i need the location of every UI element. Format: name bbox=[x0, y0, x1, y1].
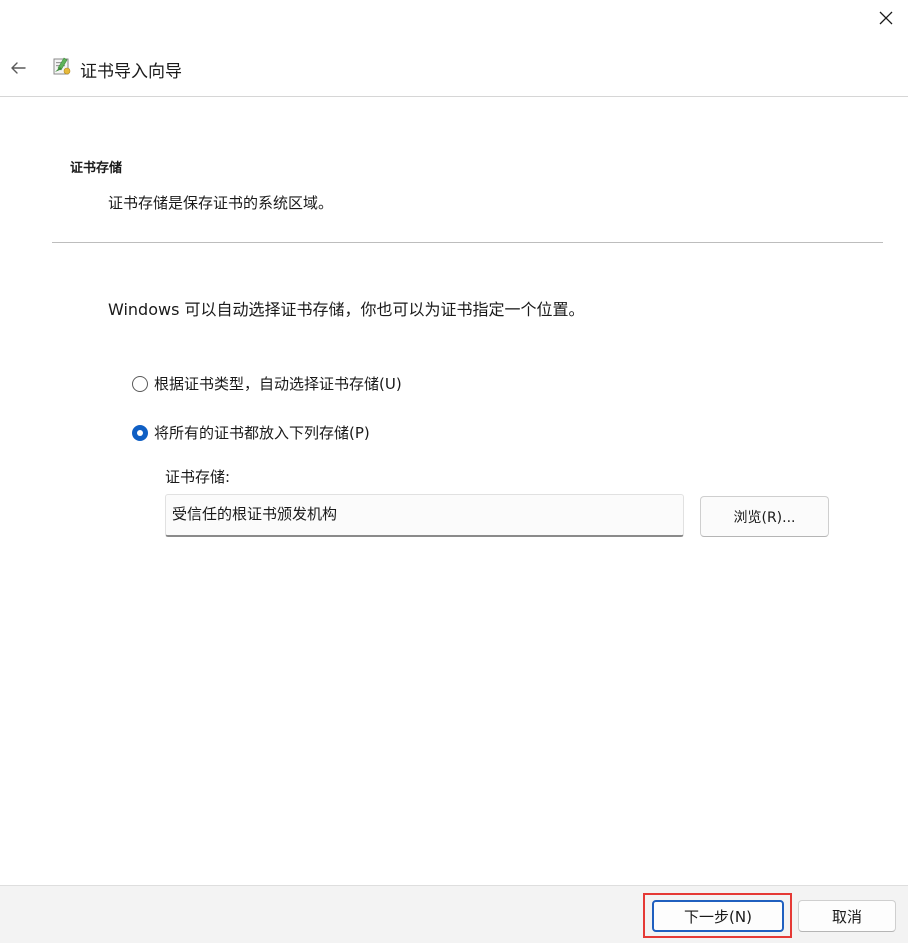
radio-manual-label: 将所有的证书都放入下列存储(P) bbox=[154, 424, 370, 442]
radio-button-unselected[interactable] bbox=[132, 375, 148, 392]
section-description: 证书存储是保存证书的系统区域。 bbox=[108, 194, 334, 212]
divider bbox=[52, 242, 883, 243]
wizard-header: 证书导入向导 bbox=[0, 44, 908, 97]
close-button[interactable] bbox=[874, 6, 898, 30]
radio-auto-select-store[interactable]: 根据证书类型，自动选择证书存储(U) bbox=[132, 373, 402, 394]
section-title: 证书存储 bbox=[70, 161, 123, 176]
cancel-button[interactable]: 取消 bbox=[798, 900, 896, 932]
store-label: 证书存储: bbox=[165, 468, 231, 486]
close-icon bbox=[879, 11, 893, 25]
radio-button-selected[interactable] bbox=[132, 424, 148, 441]
radio-place-in-store[interactable]: 将所有的证书都放入下列存储(P) bbox=[132, 422, 370, 443]
certificate-import-wizard: 证书导入向导 证书存储 证书存储是保存证书的系统区域。 Windows 可以自动… bbox=[0, 0, 908, 943]
arrow-left-icon bbox=[11, 62, 26, 74]
certificate-icon bbox=[53, 57, 71, 75]
browse-button[interactable]: 浏览(R)... bbox=[700, 496, 829, 537]
back-button[interactable] bbox=[6, 56, 30, 80]
radio-auto-label: 根据证书类型，自动选择证书存储(U) bbox=[154, 375, 402, 393]
wizard-title: 证书导入向导 bbox=[80, 62, 182, 82]
certificate-store-field[interactable]: 受信任的根证书颁发机构 bbox=[165, 494, 684, 537]
intro-text: Windows 可以自动选择证书存储，你也可以为证书指定一个位置。 bbox=[108, 300, 585, 319]
next-button[interactable]: 下一步(N) bbox=[652, 900, 784, 932]
